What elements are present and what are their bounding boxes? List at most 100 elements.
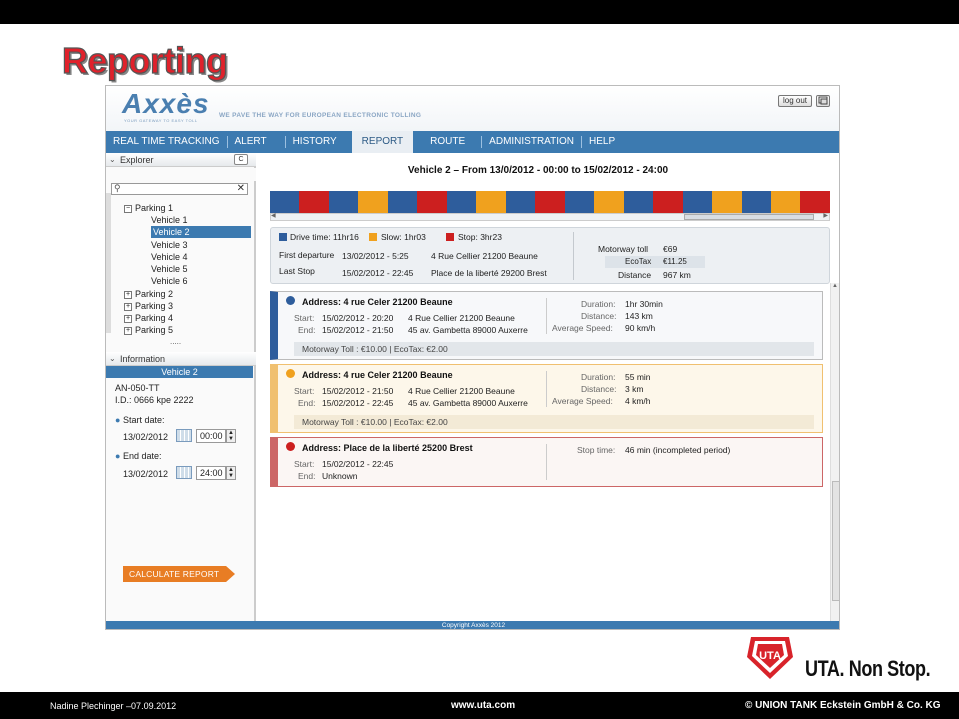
tab-route[interactable]: ROUTE (418, 136, 483, 148)
collapse-tree-icon[interactable]: − (124, 204, 132, 213)
timeline-segment-stop[interactable] (653, 191, 683, 213)
calculate-report-button[interactable]: CALCULATE REPORT (123, 566, 235, 582)
calendar-icon[interactable] (176, 466, 192, 479)
timeline-segment-stop[interactable] (299, 191, 329, 213)
trip-start-label: Start: (294, 386, 315, 396)
tab-administration[interactable]: ADMINISTRATION (482, 136, 582, 148)
footer-website[interactable]: www.uta.com (451, 700, 515, 711)
ecotax-row-bg (605, 256, 705, 268)
tree-scrollbar[interactable] (106, 193, 111, 333)
timeline-segment-stop[interactable] (800, 191, 830, 213)
report-scrollbar[interactable]: ▲ (830, 283, 839, 621)
expand-tree-icon[interactable]: + (124, 290, 132, 299)
timeline-segment-slow[interactable] (594, 191, 624, 213)
trip-card-drive[interactable]: Address: 4 rue Celer 21200 Beaune Start:… (270, 291, 823, 360)
ecotax-label: EcoTax (625, 257, 652, 266)
timeline-segment-drive[interactable] (446, 191, 477, 213)
tab-real-time-tracking[interactable]: REAL TIME TRACKING (106, 136, 228, 148)
timeline-segment-drive[interactable] (682, 191, 713, 213)
trip-toll-bar: Motorway Toll : €10.00 | EcoTax: €2.00 (294, 342, 814, 356)
timeline-segment-slow[interactable] (476, 191, 506, 213)
trip-duration: 1hr 30min (625, 299, 663, 309)
search-input[interactable]: ⚲ ✕ (111, 183, 248, 195)
trip-speed: 4 km/h (625, 396, 651, 406)
tree-vehicle-1[interactable]: Vehicle 1 (151, 214, 188, 226)
tab-report[interactable]: REPORT (351, 131, 414, 153)
tree-vehicle-4[interactable]: Vehicle 4 (151, 251, 188, 263)
tree-vehicle-5[interactable]: Vehicle 5 (151, 263, 188, 275)
trip-card-slow[interactable]: Address: 4 rue Celer 21200 Beaune Start:… (270, 364, 823, 433)
expand-tree-icon[interactable]: + (124, 314, 132, 323)
trip-speed-label: Average Speed: (552, 323, 613, 333)
timeline-segment-drive[interactable] (328, 191, 359, 213)
expand-tree-icon[interactable]: + (124, 326, 132, 335)
stop-time-legend: Stop: 3hr23 (458, 232, 502, 242)
end-time-input[interactable]: 24:00 (196, 466, 226, 480)
timeline-segment-drive[interactable] (270, 191, 300, 213)
first-departure-address: 4 Rue Cellier 21200 Beaune (431, 251, 538, 261)
scroll-left-icon[interactable]: ◀ (271, 212, 276, 219)
tree-parking-3[interactable]: + Parking 3 (124, 300, 173, 312)
report-summary: Drive time: 11hr16 Slow: 1hr03 Stop: 3hr… (270, 227, 830, 284)
trip-end-label: End: (298, 471, 316, 481)
tree-vehicle-6[interactable]: Vehicle 6 (151, 275, 188, 287)
scroll-thumb[interactable] (832, 481, 839, 601)
tree-vehicle-3[interactable]: Vehicle 3 (151, 239, 188, 251)
tab-help[interactable]: HELP (582, 136, 622, 148)
top-bar (0, 0, 959, 24)
timeline-segment-slow[interactable] (358, 191, 388, 213)
trip-start-address: 4 Rue Cellier 21200 Beaune (408, 386, 515, 396)
activity-timeline (270, 191, 830, 213)
end-time-stepper[interactable]: ▲ ▼ (226, 466, 236, 480)
information-label: Information (120, 354, 166, 364)
trip-card-stop[interactable]: Address: Place de la liberté 25200 Brest… (270, 437, 823, 487)
first-departure-label: First departure (279, 250, 335, 260)
timeline-segment-drive[interactable] (387, 191, 418, 213)
timeline-segment-drive[interactable] (505, 191, 536, 213)
tree-vehicle-2[interactable]: Vehicle 2 (151, 226, 251, 238)
timeline-segment-drive[interactable] (741, 191, 771, 213)
trip-toll-bar: Motorway Toll : €10.00 | EcoTax: €2.00 (294, 415, 814, 429)
trip-end-address: 45 av. Gambetta 89000 Auxerre (408, 398, 528, 408)
timeline-segment-slow[interactable] (712, 191, 742, 213)
start-date-field[interactable]: 13/02/2012 (123, 432, 168, 442)
expand-tree-icon[interactable]: + (124, 302, 132, 311)
tab-alert[interactable]: ALERT (228, 136, 286, 148)
window-icon (818, 96, 828, 105)
timeline-segment-slow[interactable] (770, 191, 801, 213)
collapse-button[interactable]: C (234, 154, 248, 165)
trip-address: Address: Place de la liberté 25200 Brest (302, 443, 473, 453)
scroll-thumb[interactable] (684, 214, 814, 220)
uta-logo: UTA (747, 637, 793, 679)
timeline-segment-stop[interactable] (535, 191, 565, 213)
information-header[interactable]: ⌄ Information (106, 352, 256, 366)
timeline-segment-drive[interactable] (564, 191, 595, 213)
tab-history[interactable]: HISTORY (286, 136, 347, 148)
scroll-up-icon[interactable]: ▲ (832, 283, 838, 289)
logo-tagline: YOUR GATEWAY TO EASY TOLL (124, 118, 198, 123)
explorer-header[interactable]: ⌄ Explorer C (106, 153, 256, 167)
tree-parking-5[interactable]: + Parking 5 (124, 324, 173, 336)
distance-label: Distance (618, 270, 652, 280)
trip-start-time: 15/02/2012 - 22:45 (322, 459, 394, 469)
map-pin-icon (286, 296, 295, 305)
clear-search-icon[interactable]: ✕ (237, 183, 245, 194)
timeline-segment-drive[interactable] (623, 191, 654, 213)
scroll-right-icon[interactable]: ▶ (823, 212, 828, 219)
first-departure-time: 13/02/2012 - 5:25 (342, 251, 409, 261)
start-time-stepper[interactable]: ▲ ▼ (226, 429, 236, 443)
timeline-segment-stop[interactable] (417, 191, 447, 213)
start-time-input[interactable]: 00:00 (196, 429, 226, 443)
trip-speed-label: Average Speed: (552, 396, 613, 406)
timeline-scrollbar[interactable]: ◀ ▶ (270, 213, 830, 221)
drive-legend-swatch (279, 233, 287, 241)
explorer-label: Explorer (120, 155, 154, 165)
end-date-field[interactable]: 13/02/2012 (123, 469, 168, 479)
print-button[interactable] (816, 95, 830, 107)
tree-parking-1[interactable]: − Parking 1 (124, 202, 173, 214)
trip-start-address: 4 Rue Cellier 21200 Beaune (408, 313, 515, 323)
calendar-icon[interactable] (176, 429, 192, 442)
logout-button[interactable]: log out (778, 95, 813, 107)
tree-parking-4[interactable]: + Parking 4 (124, 312, 173, 324)
tree-parking-2[interactable]: + Parking 2 (124, 288, 173, 300)
